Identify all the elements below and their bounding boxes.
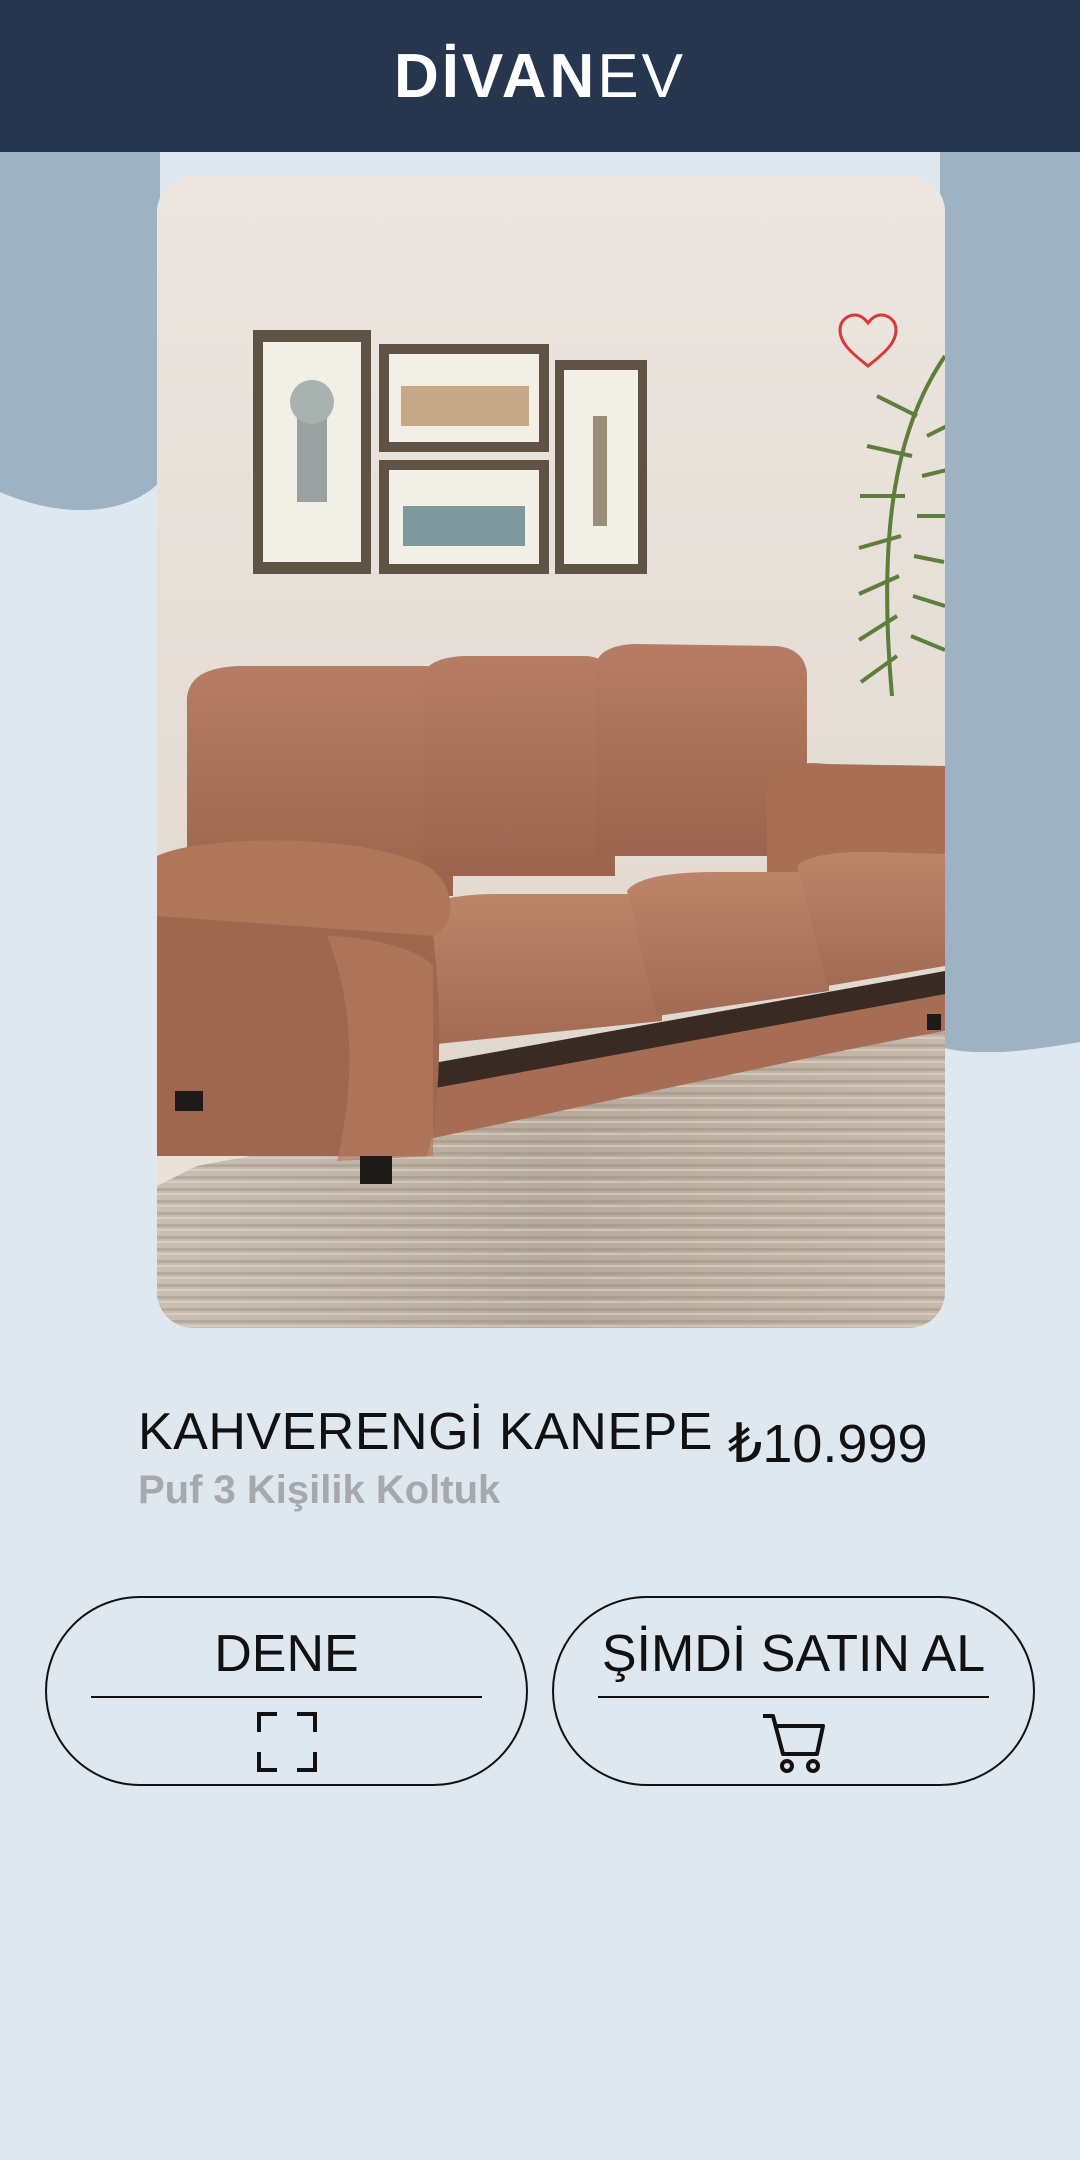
shopping-cart-icon [762,1714,825,1773]
brand-name-bold: DİVAN [393,41,598,111]
sofa-photo [157,176,945,1328]
ar-scan-icon [256,1712,317,1772]
product-price: ₺10.999 [728,1414,928,1474]
try-button-divider [91,1696,482,1698]
try-button-label: DENE [214,1625,359,1683]
brand-name-light: EV [597,41,687,111]
brand-logo[interactable]: DİVANEV [394,41,686,112]
app-header: DİVANEV [0,0,1080,152]
buy-now-button-label: ŞİMDİ SATIN AL [601,1625,986,1683]
product-image[interactable] [157,176,945,1328]
product-subtitle: Puf 3 Kişilik Koltuk [138,1468,501,1512]
buy-now-button[interactable]: ŞİMDİ SATIN AL [552,1596,1035,1786]
buy-now-button-divider [598,1696,989,1698]
try-button[interactable]: DENE [45,1596,528,1786]
wall-art [253,330,647,574]
heart-outline-icon[interactable] [836,312,900,370]
product-title: KAHVERENGİ KANEPE [138,1403,713,1461]
